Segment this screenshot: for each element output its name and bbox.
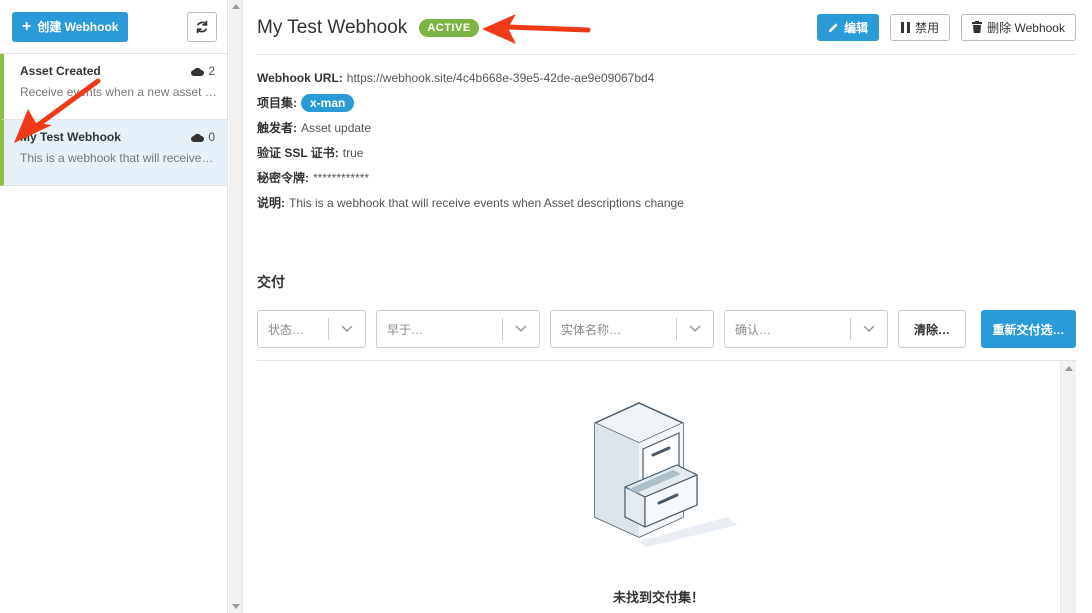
webhook-sidebar: + 创建 Webhook Asset Created 2 Receive eve… xyxy=(0,0,228,613)
detail-project: 项目集: x-man xyxy=(257,90,1076,115)
empty-state-text: 未找到交付集！ xyxy=(612,590,704,605)
delete-webhook-button[interactable]: 删除 Webhook xyxy=(961,13,1076,41)
edit-label: 编辑 xyxy=(844,20,869,35)
header-actions: 编辑 禁用 删除 Webhook xyxy=(817,13,1076,41)
edit-button[interactable]: 编辑 xyxy=(817,13,880,41)
entity-name-filter[interactable]: 实体名称… xyxy=(550,310,714,348)
filing-cabinet-icon xyxy=(594,402,737,547)
clear-filters-button[interactable]: 清除… xyxy=(898,310,966,348)
secret-value: ************ xyxy=(313,170,370,185)
page-title: My Test Webhook xyxy=(257,17,408,38)
pause-icon xyxy=(901,21,911,33)
url-value: https://webhook.site/4c4b668e-39e5-42de-… xyxy=(346,70,655,85)
webhook-detail: My Test Webhook ACTIVE 编辑 禁用 删除 Webhook … xyxy=(257,0,1076,613)
delivery-count: 2 xyxy=(191,64,215,78)
ack-filter[interactable]: 确认… xyxy=(724,310,888,348)
project-tag[interactable]: x-man xyxy=(301,93,355,112)
chevron-down-icon[interactable] xyxy=(677,325,713,333)
sidebar-scrollbar[interactable] xyxy=(229,0,243,613)
plus-icon: + xyxy=(22,17,32,35)
chevron-down-icon[interactable] xyxy=(503,325,539,333)
detail-ssl: 验证 SSL 证书: true xyxy=(257,140,1076,165)
scroll-down-icon[interactable] xyxy=(232,604,240,609)
redeliver-selected-button[interactable]: 重新交付选… xyxy=(981,310,1076,348)
before-filter-placeholder: 早于… xyxy=(387,322,424,337)
status-filter[interactable]: 状态… xyxy=(257,310,366,348)
webhook-details: Webhook URL: https://webhook.site/4c4b66… xyxy=(257,55,1076,215)
create-webhook-button[interactable]: + 创建 Webhook xyxy=(12,11,129,42)
project-label: 项目集: xyxy=(257,96,297,110)
trigger-label: 触发者: xyxy=(257,121,297,135)
chevron-down-icon[interactable] xyxy=(329,325,365,333)
webhook-name: My Test Webhook xyxy=(20,130,121,144)
webhook-list-item[interactable]: Asset Created 2 Receive events when a ne… xyxy=(0,54,227,120)
deliveries-title: 交付 xyxy=(257,274,285,290)
deliveries-list: 未找到交付集！ xyxy=(257,360,1076,613)
chevron-down-icon[interactable] xyxy=(851,325,887,333)
before-filter[interactable]: 早于… xyxy=(376,310,540,348)
webhook-list-item-selected[interactable]: My Test Webhook 0 This is a webhook that… xyxy=(0,120,227,186)
sidebar-toolbar: + 创建 Webhook xyxy=(0,0,227,54)
ssl-value: true xyxy=(342,145,364,160)
pencil-icon xyxy=(829,22,838,32)
delivery-count-value: 0 xyxy=(208,130,215,144)
detail-description: 说明: This is a webhook that will receive … xyxy=(257,190,1076,215)
url-label: Webhook URL: xyxy=(257,70,343,85)
detail-secret: 秘密令牌: ************ xyxy=(257,165,1076,190)
detail-header: My Test Webhook ACTIVE 编辑 禁用 删除 Webhook xyxy=(257,0,1076,55)
secret-label: 秘密令牌: xyxy=(257,171,309,185)
delivery-count-value: 2 xyxy=(208,64,215,78)
disable-button[interactable]: 禁用 xyxy=(890,13,951,41)
deliveries-scrollbar[interactable] xyxy=(1060,361,1076,613)
scroll-up-icon[interactable] xyxy=(232,4,240,9)
scroll-up-icon[interactable] xyxy=(1065,366,1073,371)
status-filter-placeholder: 状态… xyxy=(268,322,305,337)
detail-trigger: 触发者: Asset update xyxy=(257,115,1076,140)
create-webhook-label: 创建 Webhook xyxy=(37,20,119,34)
detail-url: Webhook URL: https://webhook.site/4c4b66… xyxy=(257,65,1076,90)
delivery-count: 0 xyxy=(191,130,215,144)
status-badge: ACTIVE xyxy=(419,19,479,37)
description-label: 说明: xyxy=(257,196,285,210)
trash-icon xyxy=(972,21,983,33)
disable-label: 禁用 xyxy=(915,20,940,35)
description-value: This is a webhook that will receive even… xyxy=(289,195,684,210)
webhook-desc: Receive events when a new asset … xyxy=(20,85,217,99)
refresh-button[interactable] xyxy=(187,11,217,42)
cloud-icon xyxy=(191,67,205,76)
ack-filter-placeholder: 确认… xyxy=(735,322,772,337)
ssl-label: 验证 SSL 证书: xyxy=(257,146,339,160)
delete-label: 删除 Webhook xyxy=(987,20,1065,35)
webhook-name: Asset Created xyxy=(20,64,101,78)
entity-filter-placeholder: 实体名称… xyxy=(561,322,622,337)
delivery-filters: 状态… 早于… 实体名称… 确认… 清除… 重新交付选… xyxy=(257,310,1076,348)
cloud-icon xyxy=(191,133,205,142)
refresh-icon xyxy=(196,20,208,33)
trigger-value: Asset update xyxy=(301,120,372,135)
webhook-desc: This is a webhook that will receive… xyxy=(20,151,214,165)
